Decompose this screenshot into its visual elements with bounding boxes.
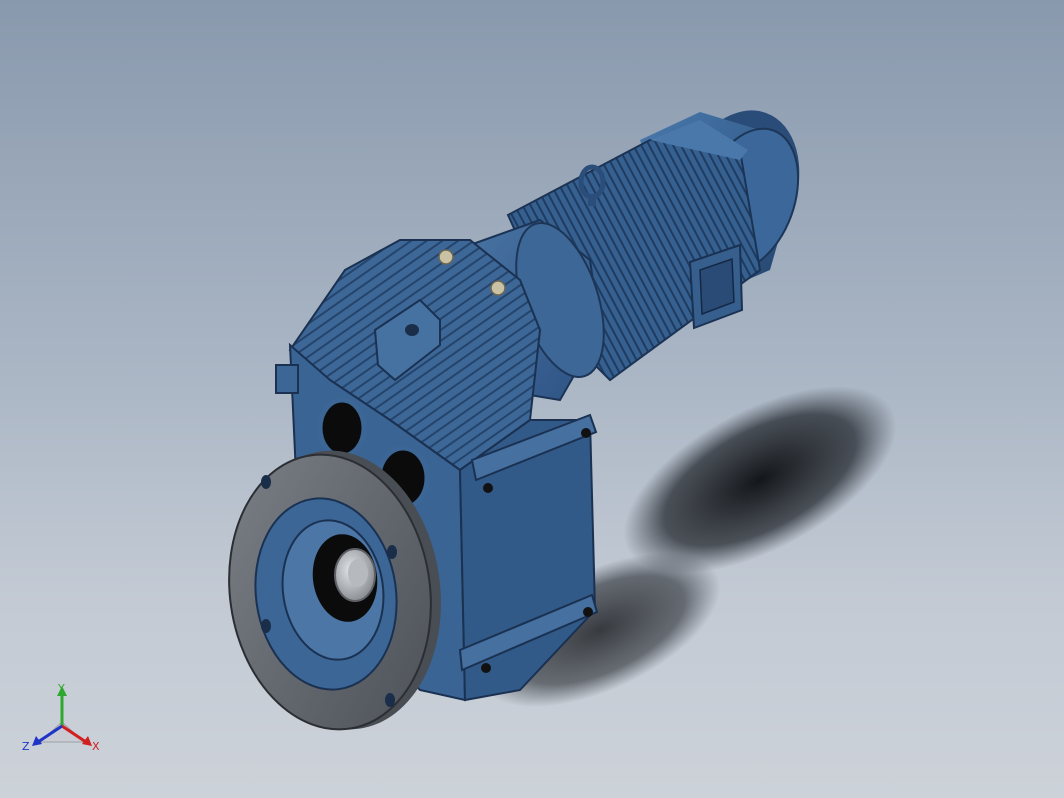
bolt-head [483,483,493,493]
x-axis-label: X [92,740,100,753]
housing-opening [317,397,367,459]
model-view[interactable] [0,0,1064,798]
z-axis-label: Z [22,740,30,753]
y-axis-label: Y [57,682,65,695]
orientation-triad[interactable]: Y X Z [22,682,106,758]
bolt-head [438,249,454,265]
graphics-viewport[interactable]: Y X Z [0,0,1064,798]
bolt-head [481,663,491,673]
bolt-head [581,428,591,438]
flange-hole [261,475,271,489]
bolt-head [490,280,506,296]
flange-hole [387,545,397,559]
hollow-output-shaft[interactable] [334,548,376,602]
flange-hole [261,619,271,633]
flange-hole [385,693,395,707]
bolt-head [583,607,593,617]
